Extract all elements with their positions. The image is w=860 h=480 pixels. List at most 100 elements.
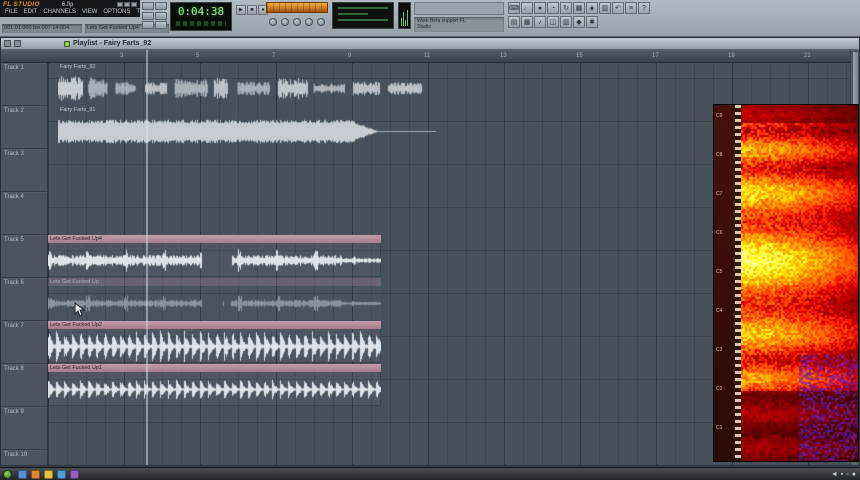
maximize-button[interactable]	[124, 2, 130, 7]
loop-record-icon[interactable]: ↻	[560, 2, 572, 14]
audio-clip[interactable]: Lets Get Fucked Up	[48, 278, 381, 320]
start-button[interactable]	[3, 470, 12, 479]
track-header-5[interactable]: Track 5	[1, 235, 47, 278]
toggle-button[interactable]	[142, 11, 154, 20]
help-icon[interactable]: ?	[638, 2, 650, 14]
playhead[interactable]	[146, 50, 148, 465]
app-title-bar[interactable]: FL STUDIO 6.flp FILE EDIT CHANNELS VIEW OPTI…	[0, 0, 178, 17]
clip-waveform	[48, 330, 381, 363]
show-desktop-icon[interactable]	[18, 470, 27, 479]
display-icon[interactable]: ▪	[841, 469, 843, 480]
menu-item-file[interactable]: FILE	[2, 8, 21, 17]
track-header-8[interactable]: Track 8	[1, 364, 47, 407]
playlist-view-icon[interactable]: ▤	[508, 16, 520, 28]
audio-clip[interactable]: Lets Get Fucked Up2	[48, 321, 381, 363]
toggle-button[interactable]	[155, 11, 167, 20]
audio-clip[interactable]: Lets Get Fucked Up1	[48, 364, 381, 406]
timeline-ruler[interactable]: 3 5 7 9 11 13 15 17 19 21	[1, 50, 850, 63]
stop-button[interactable]: ■	[247, 5, 257, 15]
track-name: Track 1	[4, 65, 24, 71]
fl-studio-icon[interactable]	[31, 470, 40, 479]
time-mode-leds[interactable]	[176, 21, 226, 26]
track-name: Track 2	[4, 108, 24, 114]
menu-item-view[interactable]: VIEW	[79, 8, 100, 17]
piano-roll-icon[interactable]: ♪	[534, 16, 546, 28]
knob[interactable]	[305, 18, 313, 26]
knob[interactable]	[269, 18, 277, 26]
browser-icon[interactable]	[57, 470, 66, 479]
detach-icon[interactable]	[14, 40, 21, 47]
ruler-label: 3	[120, 53, 124, 59]
cpu-bar	[407, 10, 408, 26]
clip-name: Lets Get Fucked Up4	[48, 235, 381, 243]
spectrogram-window[interactable]: C9 C8 C7 C6 C5 C4 C3 C2 C1	[713, 104, 859, 462]
sync-panel[interactable]	[414, 2, 504, 15]
typing-keyboard-icon[interactable]: ⌨	[508, 2, 520, 14]
audio-clip[interactable]: Fairy Farts_91	[58, 106, 436, 148]
track-header-10[interactable]: Track 10	[1, 450, 47, 465]
track-header-9[interactable]: Track 9	[1, 407, 47, 450]
toggle-button[interactable]	[142, 21, 154, 30]
window-menu-icon[interactable]	[4, 40, 11, 47]
playlist-title: Playlist - Fairy Farts_92	[73, 40, 152, 47]
wait-input-icon[interactable]: ●	[534, 2, 546, 14]
multilink-icon[interactable]: ◈	[586, 2, 598, 14]
knob[interactable]	[317, 18, 325, 26]
settings-icon[interactable]: ✱	[586, 16, 598, 28]
track-header-4[interactable]: Track 4	[1, 192, 47, 235]
metronome-icon[interactable]: ♩	[521, 2, 533, 14]
track-name: Track 6	[4, 280, 24, 286]
menu-item-options[interactable]: OPTIONS	[100, 8, 133, 17]
undo-icon[interactable]: ↶	[612, 2, 624, 14]
menu-item-edit[interactable]: EDIT	[21, 8, 41, 17]
pattern-selector-display[interactable]	[266, 2, 328, 13]
toggle-button[interactable]	[155, 2, 167, 10]
toggle-button[interactable]	[155, 21, 167, 30]
project-info-icon[interactable]: ◆	[573, 16, 585, 28]
track-header-7[interactable]: Track 7	[1, 321, 47, 364]
volume-icon[interactable]: ◄	[831, 469, 838, 480]
network-icon[interactable]: ▫	[846, 469, 848, 480]
audio-clip[interactable]: Fairy Farts_92	[58, 63, 426, 105]
pattern-list-display[interactable]	[332, 2, 394, 29]
clip-name: Fairy Farts_92	[60, 64, 96, 70]
app-logo: FL STUDIO	[3, 1, 40, 8]
scale-label: C8	[716, 152, 723, 158]
knob[interactable]	[293, 18, 301, 26]
scheduler-icon[interactable]: ●	[852, 469, 856, 480]
render-icon[interactable]: ≡	[625, 2, 637, 14]
ruler-label: 19	[728, 53, 735, 59]
play-button[interactable]: ▶	[236, 5, 246, 15]
knob[interactable]	[281, 18, 289, 26]
ruler-label: 17	[652, 53, 659, 59]
audio-clip[interactable]: Lets Get Fucked Up4	[48, 235, 381, 277]
menu-item-channels[interactable]: CHANNELS	[40, 8, 79, 17]
explorer-icon[interactable]	[44, 470, 53, 479]
track-name: Track 5	[4, 237, 24, 243]
track-header-1[interactable]: Track 1	[1, 63, 47, 106]
browser-view-icon[interactable]: ◫	[547, 16, 559, 28]
countdown-icon[interactable]: ◔	[547, 2, 559, 14]
playlist-title-bar[interactable]: Playlist - Fairy Farts_92	[1, 38, 859, 50]
scale-label: C5	[716, 269, 723, 275]
time-value: 0:04:38	[177, 5, 225, 18]
step-edit-icon[interactable]: ▦	[573, 2, 585, 14]
close-button[interactable]	[131, 2, 137, 7]
transport-buttons: ▶ ■ ●	[236, 5, 268, 15]
step-sequencer-icon[interactable]: ▦	[521, 16, 533, 28]
scale-label: C7	[716, 191, 723, 197]
toggle-button[interactable]	[142, 2, 154, 10]
clip-waveform	[58, 115, 378, 148]
cpu-meter	[398, 2, 411, 29]
online-panel-line2: Studio	[417, 24, 432, 30]
track-header-2[interactable]: Track 2	[1, 106, 47, 149]
track-header-6[interactable]: Track 6	[1, 278, 47, 321]
mixer-view-icon[interactable]: ▥	[560, 16, 572, 28]
track-header-3[interactable]: Track 3	[1, 149, 47, 192]
online-panel[interactable]: Work Beta support FL Studio	[414, 17, 504, 32]
minimize-button[interactable]	[117, 2, 123, 7]
snap-icon[interactable]: ▥	[599, 2, 611, 14]
toolbar-row-1: ⌨ ♩ ● ◔ ↻ ▦ ◈ ▥ ↶ ≡?	[508, 2, 650, 14]
fl-studio-app: FL STUDIO 6.flp FILE EDIT CHANNELS VIEW OPTI…	[0, 0, 860, 480]
media-player-icon[interactable]	[70, 470, 79, 479]
